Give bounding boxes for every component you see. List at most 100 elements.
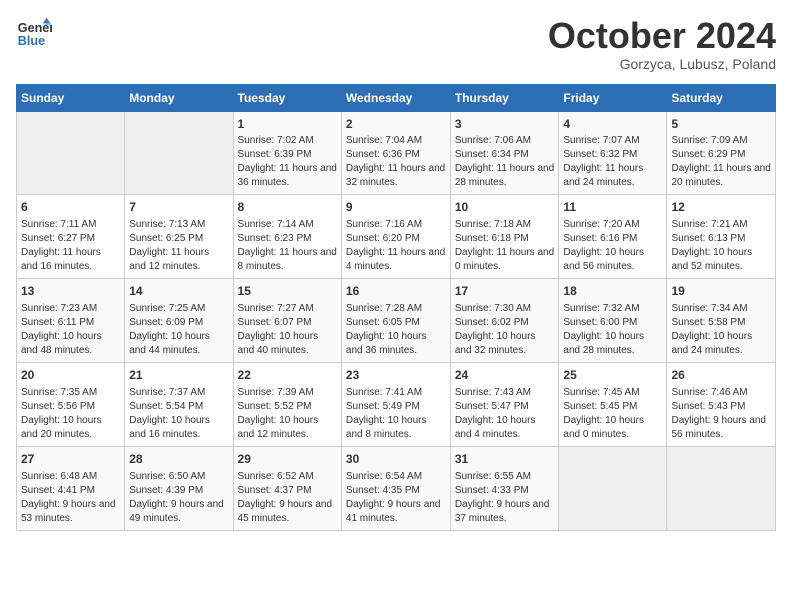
day-number: 13 [21, 283, 120, 300]
day-number: 14 [129, 283, 228, 300]
calendar-body: 1Sunrise: 7:02 AM Sunset: 6:39 PM Daylig… [17, 111, 776, 530]
day-number: 8 [238, 199, 337, 216]
logo-icon: General Blue [16, 16, 52, 52]
calendar-cell: 31 Sunrise: 6:55 AM Sunset: 4:33 PM Dayli… [450, 446, 559, 530]
day-number: 23 [346, 367, 446, 384]
day-info: Sunrise: 6:52 AM Sunset: 4:37 PM Dayligh… [238, 470, 337, 526]
day-info: Sunrise: 6:55 AM Sunset: 4:33 PM Dayligh… [455, 470, 555, 526]
calendar-cell: 22Sunrise: 7:39 AM Sunset: 5:52 PM Dayli… [233, 362, 341, 446]
calendar-cell: 27Sunrise: 6:48 AM Sunset: 4:41 PM Dayli… [17, 446, 125, 530]
calendar-cell: 26 Sunrise: 7:46 AM Sunset: 5:43 PM Dayli… [667, 362, 776, 446]
day-number: 11 [563, 199, 662, 216]
month-title: October 2024 [548, 16, 776, 56]
calendar-week-1: 1Sunrise: 7:02 AM Sunset: 6:39 PM Daylig… [17, 111, 776, 195]
day-info: Sunrise: 7:02 AM Sunset: 6:39 PM Dayligh… [238, 134, 337, 190]
day-info: Sunrise: 7:32 AM Sunset: 6:00 PM Dayligh… [563, 302, 662, 358]
day-info: Sunrise: 7:34 AM Sunset: 5:58 PM Dayligh… [671, 302, 771, 358]
calendar-cell: 8 Sunrise: 7:14 AM Sunset: 6:23 PM Daylig… [233, 195, 341, 279]
day-number: 17 [455, 283, 555, 300]
calendar-cell: 18 Sunrise: 7:32 AM Sunset: 6:00 PM Dayli… [559, 279, 667, 363]
calendar-cell: 16Sunrise: 7:28 AM Sunset: 6:05 PM Dayli… [341, 279, 450, 363]
calendar-cell: 13 Sunrise: 7:23 AM Sunset: 6:11 PM Dayli… [17, 279, 125, 363]
day-number: 21 [129, 367, 228, 384]
day-number: 5 [671, 116, 771, 133]
day-info: Sunrise: 7:20 AM Sunset: 6:16 PM Dayligh… [563, 218, 662, 274]
day-info: Sunrise: 7:09 AM Sunset: 6:29 PM Dayligh… [671, 134, 771, 190]
location-subtitle: Gorzyca, Lubusz, Poland [548, 56, 776, 72]
calendar-cell: 15 Sunrise: 7:27 AM Sunset: 6:07 PM Dayli… [233, 279, 341, 363]
svg-text:Blue: Blue [18, 34, 45, 48]
day-info: Sunrise: 7:14 AM Sunset: 6:23 PM Dayligh… [238, 218, 337, 274]
day-number: 20 [21, 367, 120, 384]
calendar-cell: 5Sunrise: 7:09 AM Sunset: 6:29 PM Daylig… [667, 111, 776, 195]
day-info: Sunrise: 7:37 AM Sunset: 5:54 PM Dayligh… [129, 386, 228, 442]
calendar-week-5: 27Sunrise: 6:48 AM Sunset: 4:41 PM Dayli… [17, 446, 776, 530]
day-number: 10 [455, 199, 555, 216]
day-info: Sunrise: 7:13 AM Sunset: 6:25 PM Dayligh… [129, 218, 228, 274]
day-header-wednesday: Wednesday [341, 84, 450, 111]
day-info: Sunrise: 7:18 AM Sunset: 6:18 PM Dayligh… [455, 218, 555, 274]
calendar-cell: 2Sunrise: 7:04 AM Sunset: 6:36 PM Daylig… [341, 111, 450, 195]
calendar-cell: 9 Sunrise: 7:16 AM Sunset: 6:20 PM Daylig… [341, 195, 450, 279]
day-header-tuesday: Tuesday [233, 84, 341, 111]
day-number: 12 [671, 199, 771, 216]
day-info: Sunrise: 7:23 AM Sunset: 6:11 PM Dayligh… [21, 302, 120, 358]
day-number: 9 [346, 199, 446, 216]
day-info: Sunrise: 7:04 AM Sunset: 6:36 PM Dayligh… [346, 134, 446, 190]
day-info: Sunrise: 6:54 AM Sunset: 4:35 PM Dayligh… [346, 470, 446, 526]
day-info: Sunrise: 7:27 AM Sunset: 6:07 PM Dayligh… [238, 302, 337, 358]
calendar-cell: 19 Sunrise: 7:34 AM Sunset: 5:58 PM Dayli… [667, 279, 776, 363]
day-number: 15 [238, 283, 337, 300]
title-block: October 2024 Gorzyca, Lubusz, Poland [548, 16, 776, 72]
day-number: 3 [455, 116, 555, 133]
day-header-monday: Monday [125, 84, 233, 111]
day-info: Sunrise: 7:21 AM Sunset: 6:13 PM Dayligh… [671, 218, 771, 274]
day-info: Sunrise: 6:48 AM Sunset: 4:41 PM Dayligh… [21, 470, 120, 526]
day-number: 2 [346, 116, 446, 133]
day-number: 28 [129, 451, 228, 468]
calendar-cell: 29Sunrise: 6:52 AM Sunset: 4:37 PM Dayli… [233, 446, 341, 530]
day-number: 4 [563, 116, 662, 133]
calendar-cell: 17 Sunrise: 7:30 AM Sunset: 6:02 PM Dayli… [450, 279, 559, 363]
calendar-header-row: SundayMondayTuesdayWednesdayThursdayFrid… [17, 84, 776, 111]
calendar-cell: 6Sunrise: 7:11 AM Sunset: 6:27 PM Daylig… [17, 195, 125, 279]
day-number: 25 [563, 367, 662, 384]
day-number: 24 [455, 367, 555, 384]
calendar-cell: 20 Sunrise: 7:35 AM Sunset: 5:56 PM Dayli… [17, 362, 125, 446]
calendar-cell [559, 446, 667, 530]
calendar-week-2: 6Sunrise: 7:11 AM Sunset: 6:27 PM Daylig… [17, 195, 776, 279]
day-info: Sunrise: 7:11 AM Sunset: 6:27 PM Dayligh… [21, 218, 120, 274]
day-info: Sunrise: 7:45 AM Sunset: 5:45 PM Dayligh… [563, 386, 662, 442]
day-number: 31 [455, 451, 555, 468]
day-number: 18 [563, 283, 662, 300]
calendar-cell: 4Sunrise: 7:07 AM Sunset: 6:32 PM Daylig… [559, 111, 667, 195]
day-number: 30 [346, 451, 446, 468]
calendar-cell: 25 Sunrise: 7:45 AM Sunset: 5:45 PM Dayli… [559, 362, 667, 446]
calendar-cell: 24 Sunrise: 7:43 AM Sunset: 5:47 PM Dayli… [450, 362, 559, 446]
page-header: General Blue October 2024 Gorzyca, Lubus… [16, 16, 776, 72]
day-number: 19 [671, 283, 771, 300]
calendar-cell: 3Sunrise: 7:06 AM Sunset: 6:34 PM Daylig… [450, 111, 559, 195]
calendar-cell: 11 Sunrise: 7:20 AM Sunset: 6:16 PM Dayli… [559, 195, 667, 279]
day-info: Sunrise: 7:35 AM Sunset: 5:56 PM Dayligh… [21, 386, 120, 442]
day-number: 26 [671, 367, 771, 384]
day-number: 1 [238, 116, 337, 133]
day-info: Sunrise: 7:28 AM Sunset: 6:05 PM Dayligh… [346, 302, 446, 358]
day-info: Sunrise: 7:16 AM Sunset: 6:20 PM Dayligh… [346, 218, 446, 274]
calendar-cell: 14 Sunrise: 7:25 AM Sunset: 6:09 PM Dayli… [125, 279, 233, 363]
day-info: Sunrise: 7:41 AM Sunset: 5:49 PM Dayligh… [346, 386, 446, 442]
day-header-friday: Friday [559, 84, 667, 111]
day-info: Sunrise: 7:25 AM Sunset: 6:09 PM Dayligh… [129, 302, 228, 358]
day-info: Sunrise: 6:50 AM Sunset: 4:39 PM Dayligh… [129, 470, 228, 526]
day-info: Sunrise: 7:06 AM Sunset: 6:34 PM Dayligh… [455, 134, 555, 190]
calendar-cell: 10 Sunrise: 7:18 AM Sunset: 6:18 PM Dayli… [450, 195, 559, 279]
day-number: 22 [238, 367, 337, 384]
day-info: Sunrise: 7:43 AM Sunset: 5:47 PM Dayligh… [455, 386, 555, 442]
calendar-cell [667, 446, 776, 530]
calendar-cell: 30 Sunrise: 6:54 AM Sunset: 4:35 PM Dayli… [341, 446, 450, 530]
day-info: Sunrise: 7:46 AM Sunset: 5:43 PM Dayligh… [671, 386, 771, 442]
calendar-week-4: 20 Sunrise: 7:35 AM Sunset: 5:56 PM Dayli… [17, 362, 776, 446]
day-info: Sunrise: 7:30 AM Sunset: 6:02 PM Dayligh… [455, 302, 555, 358]
calendar-cell [125, 111, 233, 195]
day-number: 7 [129, 199, 228, 216]
